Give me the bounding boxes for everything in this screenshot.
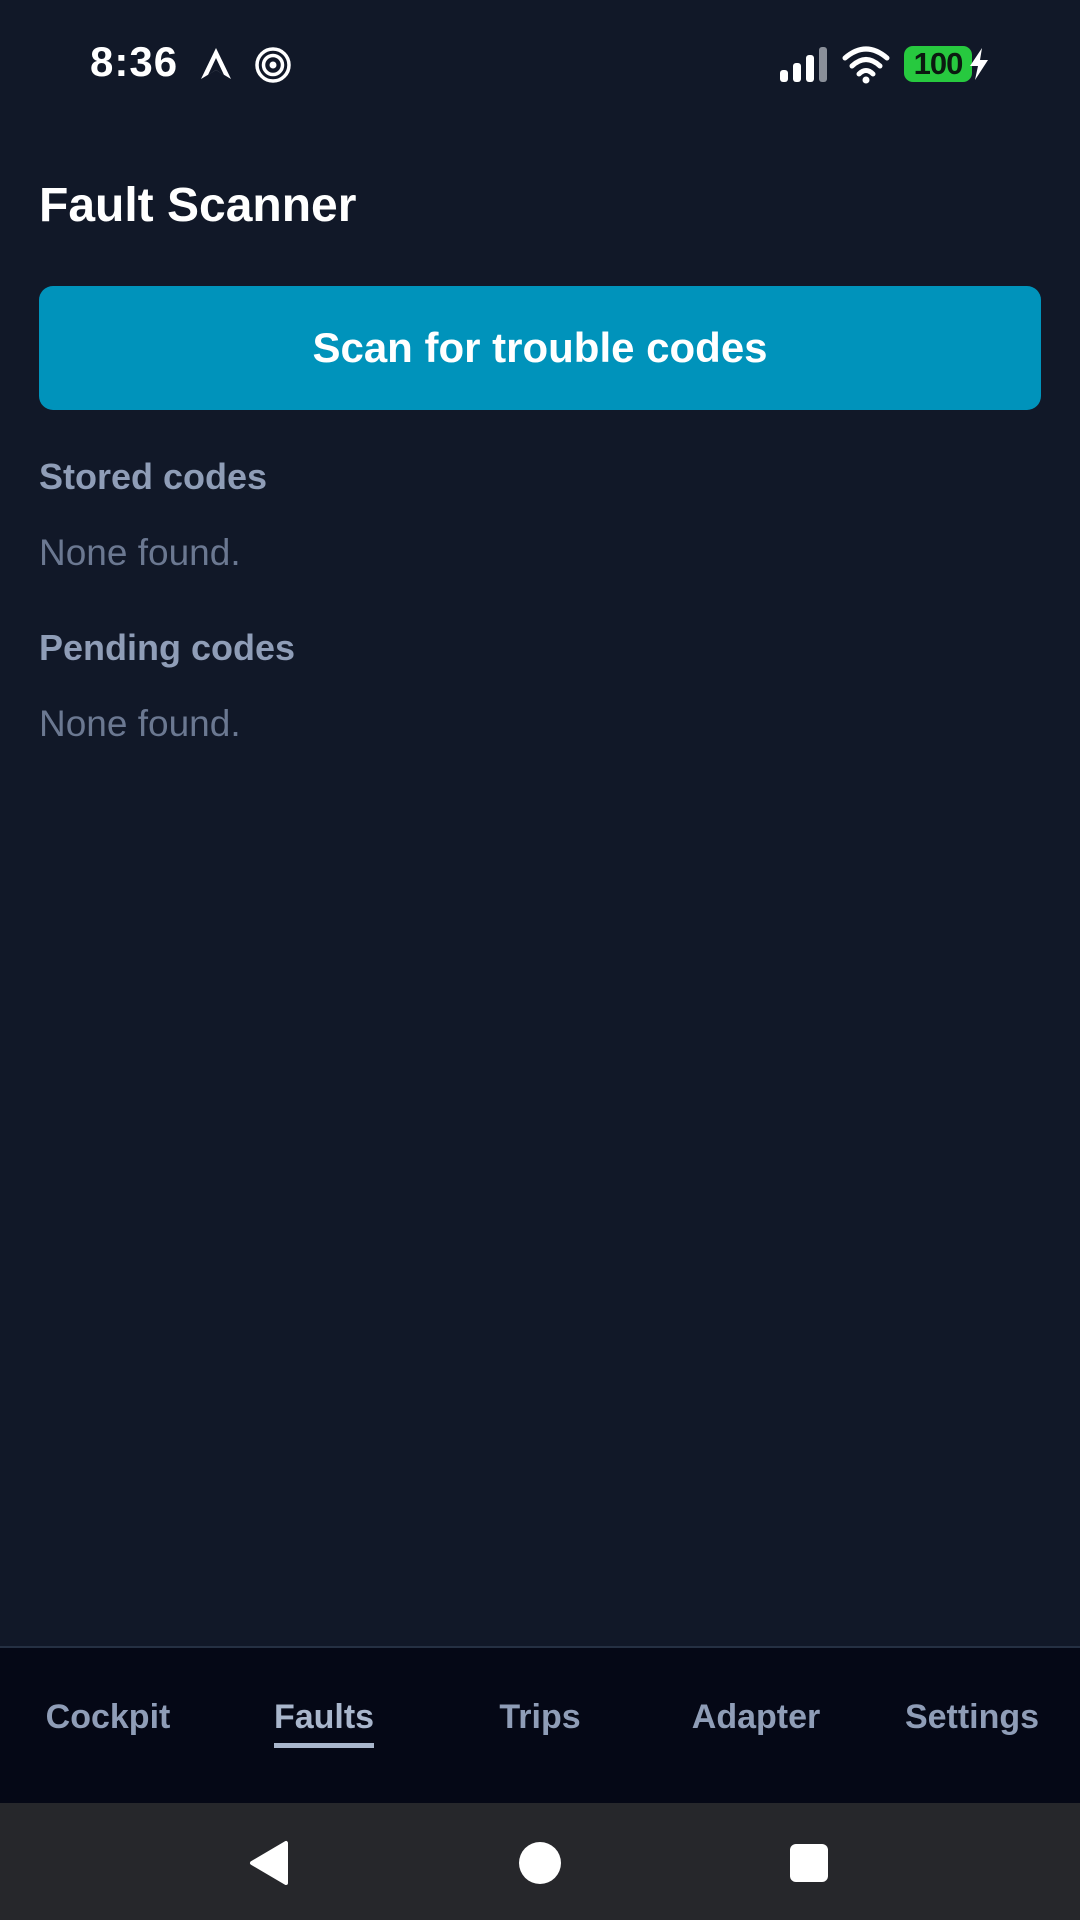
- cellular-signal-icon: [780, 47, 827, 82]
- status-time: 8:36: [90, 38, 179, 85]
- recents-square-icon[interactable]: [790, 1844, 828, 1882]
- wifi-icon: [842, 46, 890, 84]
- tab-faults[interactable]: Faults: [216, 1648, 432, 1803]
- battery-icon: 100: [904, 46, 972, 82]
- status-bar: 8:36 100: [0, 0, 1080, 130]
- pending-codes-heading: Pending codes: [39, 627, 296, 668]
- home-circle-icon[interactable]: [519, 1842, 561, 1884]
- app-screen: 8:36 100 Fault Scanner Scan for trouble …: [0, 0, 1080, 1920]
- page-title: Fault Scanner: [39, 179, 357, 232]
- spiral-icon: [255, 47, 291, 83]
- tab-trips[interactable]: Trips: [432, 1648, 648, 1803]
- tab-cockpit[interactable]: Cockpit: [0, 1648, 216, 1803]
- battery-level: 100: [913, 46, 964, 81]
- tab-settings[interactable]: Settings: [864, 1648, 1080, 1803]
- stored-codes-empty-text: None found.: [39, 532, 241, 573]
- tab-label: Adapter: [691, 1698, 821, 1736]
- scan-trouble-codes-button[interactable]: Scan for trouble codes: [39, 286, 1041, 410]
- tab-adapter[interactable]: Adapter: [648, 1648, 864, 1803]
- back-triangle-icon[interactable]: [248, 1840, 290, 1886]
- tab-label: Trips: [499, 1698, 581, 1736]
- system-navigation-bar: [0, 1803, 1080, 1920]
- pending-codes-empty-text: None found.: [39, 703, 241, 744]
- bottom-tab-bar: Cockpit Faults Trips Adapter Settings: [0, 1646, 1080, 1803]
- tab-label: Cockpit: [45, 1698, 171, 1736]
- charging-bolt-icon: [970, 48, 988, 80]
- navigation-arrow-icon: [201, 48, 231, 79]
- stored-codes-heading: Stored codes: [39, 456, 268, 497]
- tab-label: Faults: [273, 1698, 375, 1748]
- tab-label: Settings: [904, 1698, 1040, 1736]
